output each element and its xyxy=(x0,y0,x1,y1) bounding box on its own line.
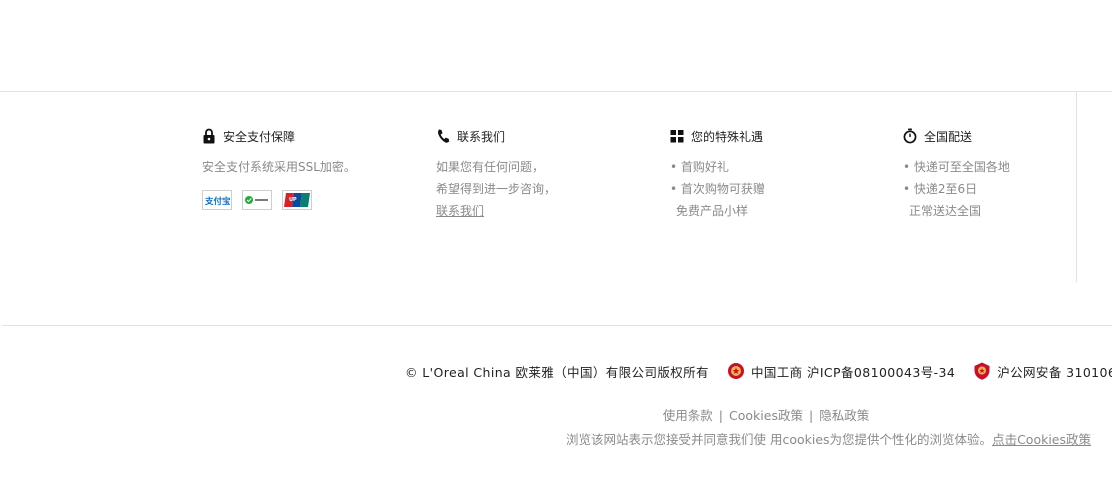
feature-text: 免费产品小样 xyxy=(676,204,749,218)
feature-header: 全国配送 xyxy=(903,126,1103,146)
cookies-policy-link[interactable]: Cookies政策 xyxy=(729,408,803,423)
police-record-link[interactable]: 沪公网安备 310106 xyxy=(997,362,1112,381)
contact-us-link[interactable]: 联系我们 xyxy=(436,200,636,222)
national-emblem-icon xyxy=(727,363,744,379)
gift-icon xyxy=(670,128,684,144)
cookie-notice-text: 浏览该网站表示您接受并同意我们使 用cookies为您提供个性化的浏览体验。 xyxy=(566,432,993,447)
lock-icon xyxy=(202,128,216,144)
feature-text: 如果您有任何问题， xyxy=(436,160,545,174)
feature-text: 希望得到进一步咨询， xyxy=(436,182,557,196)
feature-text: 正常送达全国 xyxy=(909,204,982,218)
feature-title: 您的特殊礼遇 xyxy=(691,129,764,144)
feature-title: 全国配送 xyxy=(924,129,973,144)
terms-links: 使用条款 | Cookies政策 | 隐私政策 xyxy=(0,405,1112,424)
svg-text:UP: UP xyxy=(289,197,297,203)
wechat-pay-logo xyxy=(242,190,272,210)
cookie-policy-link[interactable]: 点击Cookies政策 xyxy=(992,432,1091,447)
unionpay-logo: UP xyxy=(282,190,312,210)
copyright-row: © L'Oreal China 欧莱雅（中国）有限公司版权所有 中国工商 沪IC… xyxy=(405,359,1112,383)
cookie-notice: 浏览该网站表示您接受并同意我们使 用cookies为您提供个性化的浏览体验。点击… xyxy=(566,429,1091,448)
feature-text: • 快递可至全国各地 xyxy=(903,160,1010,174)
svg-text:支付宝: 支付宝 xyxy=(204,196,230,206)
feature-delivery: 全国配送 • 快递可至全国各地 • 快递2至6日 正常送达全国 xyxy=(903,126,1103,222)
alipay-logo: 支付宝 xyxy=(202,190,232,210)
icp-license-link[interactable]: 中国工商 沪ICP备08100043号-34 xyxy=(751,362,955,381)
phone-icon xyxy=(436,128,450,144)
separator: | xyxy=(718,408,724,423)
feature-title: 安全支付保障 xyxy=(223,129,296,144)
top-divider xyxy=(0,91,1112,92)
stopwatch-icon xyxy=(903,128,917,144)
police-badge-icon xyxy=(974,362,990,380)
feature-text: • 快递2至6日 xyxy=(903,182,978,196)
feature-header: 安全支付保障 xyxy=(202,126,402,146)
separator: | xyxy=(808,408,814,423)
terms-of-use-link[interactable]: 使用条款 xyxy=(663,408,713,423)
bottom-divider xyxy=(2,325,1112,326)
feature-header: 联系我们 xyxy=(436,126,636,146)
copyright-text: © L'Oreal China 欧莱雅（中国）有限公司版权所有 xyxy=(405,364,709,380)
feature-special-gift: 您的特殊礼遇 • 首购好礼 • 首次购物可获赠 免费产品小样 xyxy=(670,126,870,222)
feature-header: 您的特殊礼遇 xyxy=(670,126,870,146)
feature-contact: 联系我们 如果您有任何问题， 希望得到进一步咨询， 联系我们 xyxy=(436,126,636,222)
feature-text: 安全支付系统采用SSL加密。 xyxy=(202,160,356,174)
privacy-policy-link[interactable]: 隐私政策 xyxy=(819,408,869,423)
feature-text: • 首次购物可获赠 xyxy=(670,182,765,196)
feature-title: 联系我们 xyxy=(457,129,506,144)
feature-text: • 首购好礼 xyxy=(670,160,729,174)
feature-secure-payment: 安全支付保障 安全支付系统采用SSL加密。 支付宝 UP xyxy=(202,126,402,210)
payment-logos: 支付宝 UP xyxy=(202,190,402,210)
